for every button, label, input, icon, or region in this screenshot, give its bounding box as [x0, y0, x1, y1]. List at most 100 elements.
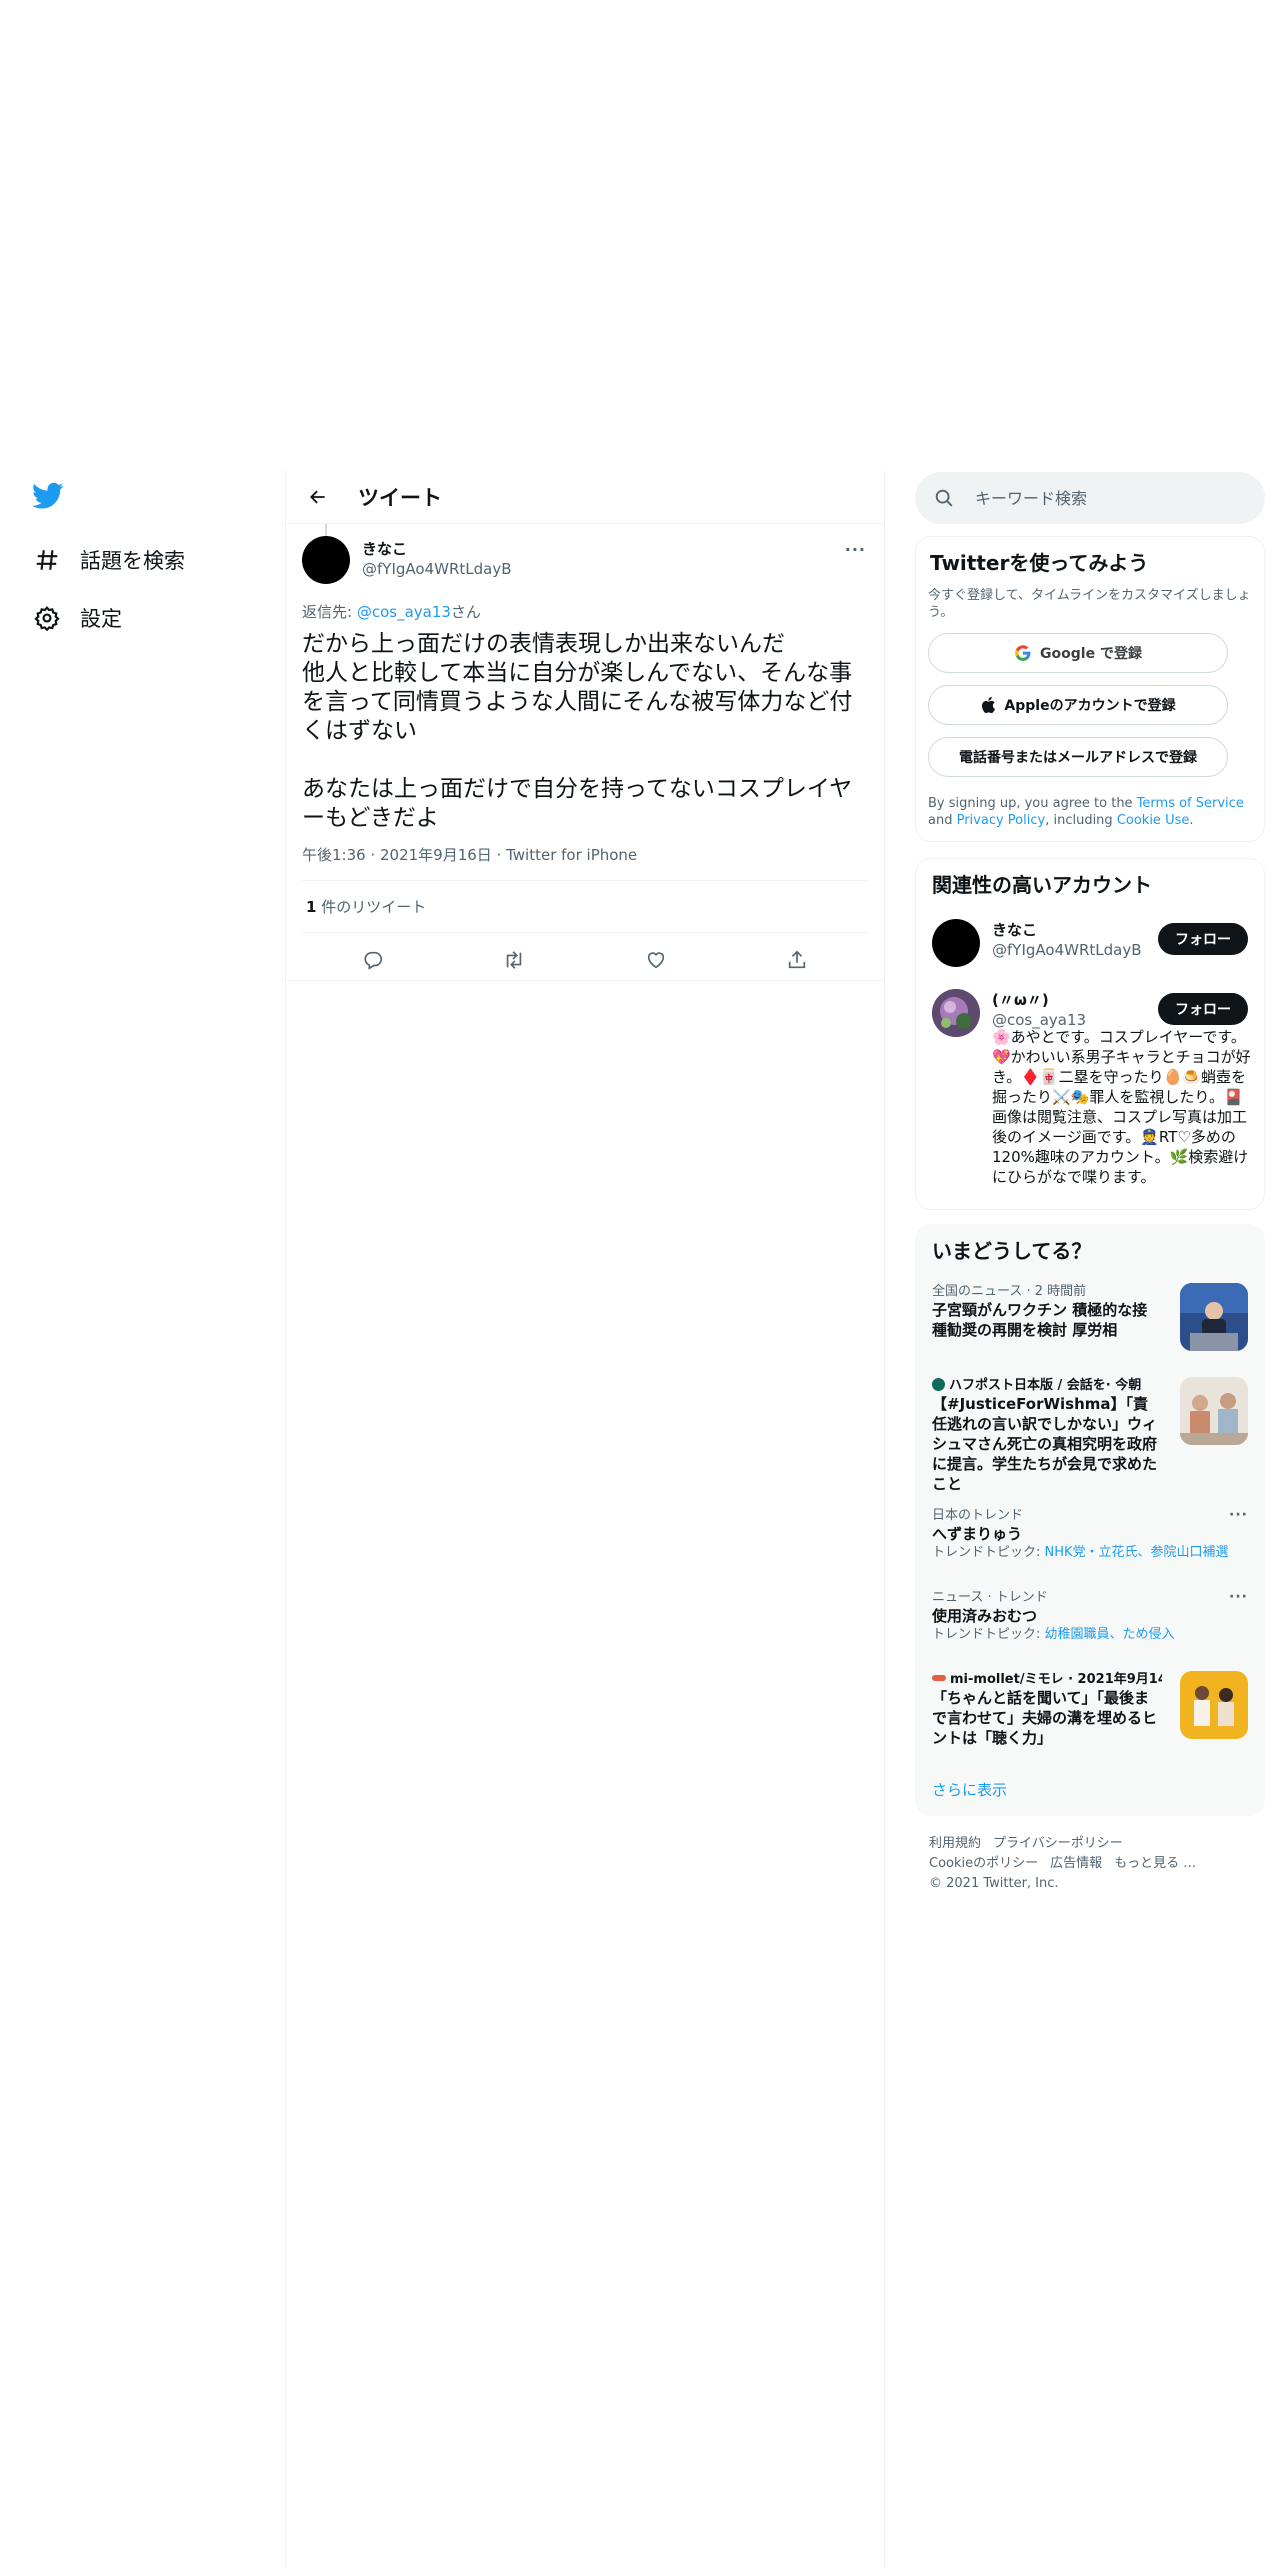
privacy-link[interactable]: Privacy Policy — [957, 813, 1046, 828]
trend-context-text: ハフポスト日本版 / 会話を· 今朝 — [949, 1378, 1142, 1393]
footer-link[interactable]: 広告情報 — [1050, 1856, 1102, 1871]
main-right-border — [884, 470, 885, 2568]
reply-to-line: 返信先: @cos_aya13さん — [302, 601, 481, 622]
search-input[interactable] — [975, 488, 1235, 508]
gear-icon — [32, 603, 62, 633]
trend-context: 日本のトレンド — [932, 1508, 1024, 1523]
divider — [286, 980, 884, 981]
trends-title: いまどうしてる？ — [932, 1239, 1092, 1263]
share-icon[interactable] — [779, 942, 815, 978]
tweet-text: だから上っ面だけの表情表現しか出来ないんだ 他人と比較して本当に自分が楽しんでな… — [302, 631, 853, 831]
copyright: © 2021 Twitter, Inc. — [929, 1876, 1059, 1891]
footer-row: Cookieのポリシー 広告情報 もっと見る … — [929, 1854, 1259, 1874]
source-icon — [932, 1675, 946, 1681]
trend-item[interactable]: 日本のトレンド へずまりゅう トレンドトピック: NHK党・立花氏、参院山口補選 — [932, 1507, 1250, 1561]
search-icon — [935, 489, 953, 507]
account-name[interactable]: (〃ω〃) — [992, 989, 1049, 1010]
phone-email-signup-button[interactable]: 電話番号またはメールアドレスで登録 — [928, 737, 1228, 777]
nav-settings[interactable]: 設定 — [32, 598, 122, 638]
trend-item[interactable]: ハフポスト日本版 / 会話を· 今朝 【#JusticeForWishma】「責… — [932, 1377, 1162, 1494]
search-box[interactable] — [915, 472, 1265, 524]
reply-to-mention[interactable]: @cos_aya13 — [357, 603, 451, 621]
signup-card: Twitterを使ってみよう 今すぐ登録して、タイムラインをカスタマイズしましょ… — [915, 536, 1265, 842]
google-signup-button[interactable]: Google で登録 — [928, 633, 1228, 673]
trend-subtopics-label: トレンドトピック: — [932, 1545, 1045, 1560]
retweet-count-number: 1 — [306, 898, 317, 916]
avatar[interactable] — [932, 919, 980, 967]
divider — [302, 932, 868, 933]
tweet-actions — [302, 936, 868, 984]
main-header: ツイート — [286, 470, 884, 524]
more-options-icon[interactable]: ··· — [1229, 1507, 1248, 1523]
legal-text-2: and — [928, 813, 957, 828]
cookie-link[interactable]: Cookie Use — [1117, 813, 1190, 828]
apple-icon — [980, 696, 996, 714]
avatar-image — [932, 989, 980, 1037]
signup-legal: By signing up, you agree to the Terms of… — [928, 795, 1254, 829]
legal-text-4: . — [1189, 813, 1194, 828]
google-signup-label: Google で登録 — [1040, 646, 1142, 662]
reply-icon[interactable] — [355, 942, 391, 978]
like-icon[interactable] — [638, 942, 674, 978]
legal-text-1: By signing up, you agree to the — [928, 796, 1137, 811]
phone-email-signup-label: 電話番号またはメールアドレスで登録 — [959, 750, 1197, 766]
reply-to-prefix: 返信先: — [302, 603, 357, 621]
related-accounts-card: 関連性の高いアカウント きなこ @fYIgAo4WRtLdayB フォロー (〃… — [915, 858, 1265, 1210]
trend-subtopics: トレンドトピック: NHK党・立花氏、参院山口補選 — [932, 1544, 1250, 1561]
retweet-icon[interactable] — [496, 942, 532, 978]
trend-subtopics-label: トレンドトピック: — [932, 1627, 1045, 1642]
author-handle[interactable]: @fYIgAo4WRtLdayB — [362, 560, 511, 578]
back-arrow-icon[interactable] — [300, 479, 336, 515]
trend-thumbnail — [1180, 1671, 1248, 1739]
nav-settings-label: 設定 — [80, 607, 122, 631]
trend-headline: 使用済みおむつ — [932, 1607, 1038, 1625]
page-title: ツイート — [358, 485, 442, 510]
avatar[interactable] — [932, 989, 980, 1037]
show-more-link[interactable]: さらに表示 — [932, 1779, 1007, 1800]
nav-explore[interactable]: 話題を検索 — [32, 540, 185, 580]
legal-text-3: , including — [1045, 813, 1117, 828]
trend-item[interactable]: mi-mollet/ミモレ · 2021年9月14日 「ちゃんと話を聞いて」「最… — [932, 1671, 1162, 1748]
thread-connector — [325, 524, 327, 536]
terms-link[interactable]: Terms of Service — [1137, 796, 1244, 811]
apple-signup-button[interactable]: Appleのアカウントで登録 — [928, 685, 1228, 725]
tweet-timestamp[interactable]: 午後1:36 · 2021年9月16日 · Twitter for iPhone — [302, 844, 637, 865]
footer-link[interactable]: Cookieのポリシー — [929, 1856, 1038, 1871]
trend-subtopics-links[interactable]: NHK党・立花氏、参院山口補選 — [1045, 1545, 1229, 1560]
trend-item[interactable]: ニュース · トレンド 使用済みおむつ トレンドトピック: 幼稚園職員、ため侵入 — [932, 1589, 1250, 1643]
trend-thumbnail — [1180, 1377, 1248, 1445]
related-accounts-title: 関連性の高いアカウント — [932, 873, 1152, 897]
more-options-icon[interactable]: ··· — [845, 540, 866, 559]
signup-title: Twitterを使ってみよう — [930, 551, 1149, 575]
footer: 利用規約 プライバシーポリシー Cookieのポリシー 広告情報 もっと見る … © … — [929, 1834, 1259, 1894]
trend-subtopics: トレンドトピック: 幼稚園職員、ため侵入 — [932, 1626, 1250, 1643]
main-left-border — [285, 470, 286, 2568]
trend-context: ニュース · トレンド — [932, 1590, 1048, 1605]
account-name[interactable]: きなこ — [992, 919, 1037, 940]
follow-button[interactable]: フォロー — [1158, 923, 1248, 955]
apple-signup-label: Appleのアカウントで登録 — [1004, 698, 1176, 714]
follow-button[interactable]: フォロー — [1158, 993, 1248, 1025]
account-bio: 🌸あやとです。コスプレイヤーです。💖かわいい系男子キャラとチョコが好き。♦️🀄二… — [992, 1028, 1251, 1186]
footer-link[interactable]: もっと見る … — [1114, 1856, 1196, 1871]
author-avatar[interactable] — [302, 536, 350, 584]
divider — [302, 880, 868, 881]
footer-row: 利用規約 プライバシーポリシー — [929, 1834, 1259, 1854]
more-options-icon[interactable]: ··· — [1229, 1589, 1248, 1605]
signup-subtitle: 今すぐ登録して、タイムラインをカスタマイズしましょう。 — [928, 588, 1251, 620]
trend-headline: 子宮頸がんワクチン 積極的な接種勧奨の再開を検討 厚労相 — [932, 1301, 1148, 1339]
trend-context: mi-mollet/ミモレ · 2021年9月14日 — [932, 1671, 1162, 1688]
author-name[interactable]: きなこ — [362, 538, 407, 559]
account-handle[interactable]: @fYIgAo4WRtLdayB — [992, 941, 1141, 959]
reply-to-suffix: さん — [450, 603, 481, 621]
footer-link[interactable]: プライバシーポリシー — [993, 1836, 1123, 1851]
trend-item[interactable]: 全国のニュース · 2 時間前 子宮頸がんワクチン 積極的な接種勧奨の再開を検討… — [932, 1283, 1162, 1340]
trends-card: いまどうしてる？ 全国のニュース · 2 時間前 子宮頸がんワクチン 積極的な接… — [915, 1224, 1265, 1816]
trend-context-text: mi-mollet/ミモレ · 2021年9月14日 — [950, 1672, 1162, 1687]
source-icon — [932, 1378, 945, 1391]
retweet-count[interactable]: 1 件のリツイート — [306, 896, 426, 917]
trend-subtopics-links[interactable]: 幼稚園職員、ため侵入 — [1045, 1627, 1175, 1642]
footer-link[interactable]: 利用規約 — [929, 1836, 981, 1851]
trend-thumbnail — [1180, 1283, 1248, 1351]
twitter-logo-icon[interactable] — [32, 482, 64, 510]
